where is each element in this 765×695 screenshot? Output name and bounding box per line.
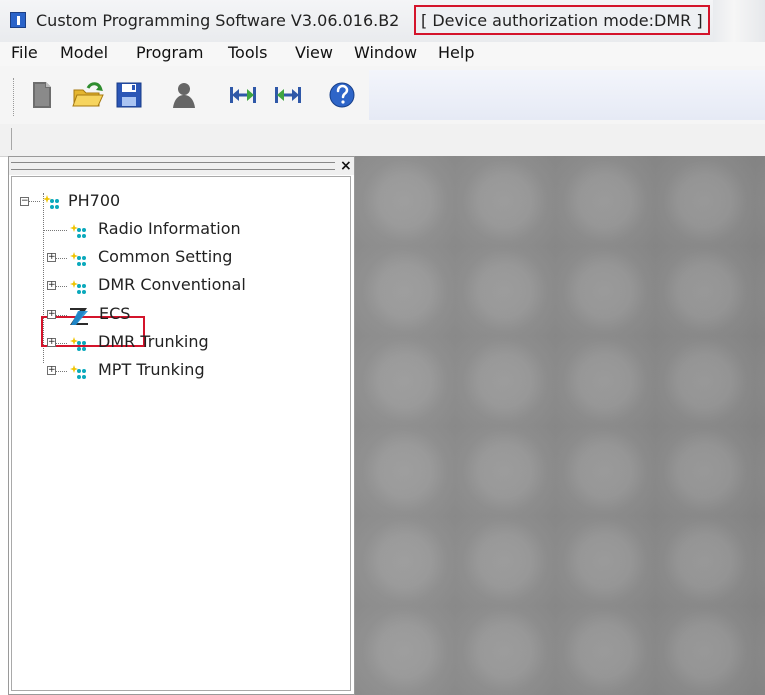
device-authorization-mode: [ Device authorization mode:DMR ] — [414, 5, 710, 35]
main-workspace[interactable] — [355, 156, 765, 695]
expand-icon[interactable]: + — [47, 310, 56, 319]
save-icon — [116, 82, 142, 108]
tree-item-dmr-conventional[interactable]: DMR Conventional — [98, 275, 246, 294]
tree-item-ecs[interactable]: ECS — [99, 304, 130, 323]
menu-program[interactable]: Program — [136, 43, 204, 62]
tree-item-dmr-trunking[interactable]: DMR Trunking — [98, 332, 209, 351]
read-radio-button[interactable] — [226, 79, 260, 111]
expand-icon[interactable]: + — [47, 366, 56, 375]
title-bar: Custom Programming Software V3.06.016.B2… — [0, 0, 765, 42]
menu-bar: File Model Program Tools View Window Hel… — [0, 42, 765, 66]
write-radio-button[interactable] — [271, 79, 305, 111]
dmr-trunking-icon — [70, 337, 86, 351]
tree-line — [56, 286, 67, 287]
tree-view[interactable]: − PH700 Radio Information + Common Setti… — [11, 176, 351, 691]
user-icon — [173, 83, 195, 108]
help-icon — [329, 82, 355, 108]
help-button[interactable] — [325, 79, 359, 111]
title-bar-right-area — [713, 0, 765, 42]
new-file-icon — [33, 82, 51, 108]
menu-model[interactable]: Model — [60, 43, 108, 62]
radio-tree-pane: × − PH700 Radio Information + Common Set… — [8, 156, 355, 695]
tree-item-radio-information[interactable]: Radio Information — [98, 219, 241, 238]
radio-information-icon — [70, 224, 86, 238]
menu-window[interactable]: Window — [354, 43, 417, 62]
pane-drag-handle[interactable] — [11, 162, 335, 170]
pane-header: × — [9, 157, 354, 175]
tree-item-common-setting[interactable]: Common Setting — [98, 247, 232, 266]
menu-file[interactable]: File — [11, 43, 38, 62]
menu-view[interactable]: View — [295, 43, 333, 62]
ecs-z-icon — [70, 308, 88, 325]
app-icon — [10, 12, 26, 28]
secondary-toolbar — [0, 124, 765, 157]
tree-line — [43, 230, 67, 231]
tree-root-ph700[interactable]: PH700 — [68, 191, 120, 210]
common-setting-icon — [70, 252, 86, 266]
new-file-button[interactable] — [25, 79, 59, 111]
menu-tools[interactable]: Tools — [228, 43, 267, 62]
write-radio-icon — [275, 87, 301, 103]
tree-line — [29, 201, 40, 202]
user-button[interactable] — [167, 79, 201, 111]
tree-line — [56, 315, 67, 316]
expand-icon[interactable]: + — [47, 281, 56, 290]
expand-icon[interactable]: + — [47, 338, 56, 347]
close-icon[interactable]: × — [340, 158, 352, 174]
secondary-toolbar-grip[interactable] — [11, 128, 14, 150]
save-button[interactable] — [112, 79, 146, 111]
window-title: Custom Programming Software V3.06.016.B2 — [36, 11, 400, 30]
collapse-icon[interactable]: − — [20, 197, 29, 206]
expand-icon[interactable]: + — [47, 253, 56, 262]
open-folder-icon — [72, 82, 104, 107]
mpt-trunking-icon — [70, 365, 86, 379]
radio-tree-icon — [43, 195, 59, 209]
read-radio-icon — [230, 87, 256, 103]
dmr-conventional-icon — [70, 280, 86, 294]
toolbar-grip[interactable] — [13, 78, 16, 116]
tree-item-mpt-trunking[interactable]: MPT Trunking — [98, 360, 205, 379]
open-file-button[interactable] — [71, 79, 105, 111]
tree-line — [56, 343, 67, 344]
workspace-background — [355, 156, 765, 695]
tree-line — [56, 258, 67, 259]
menu-help[interactable]: Help — [438, 43, 474, 62]
tree-line — [56, 371, 67, 372]
toolbar-empty-area — [369, 70, 765, 120]
